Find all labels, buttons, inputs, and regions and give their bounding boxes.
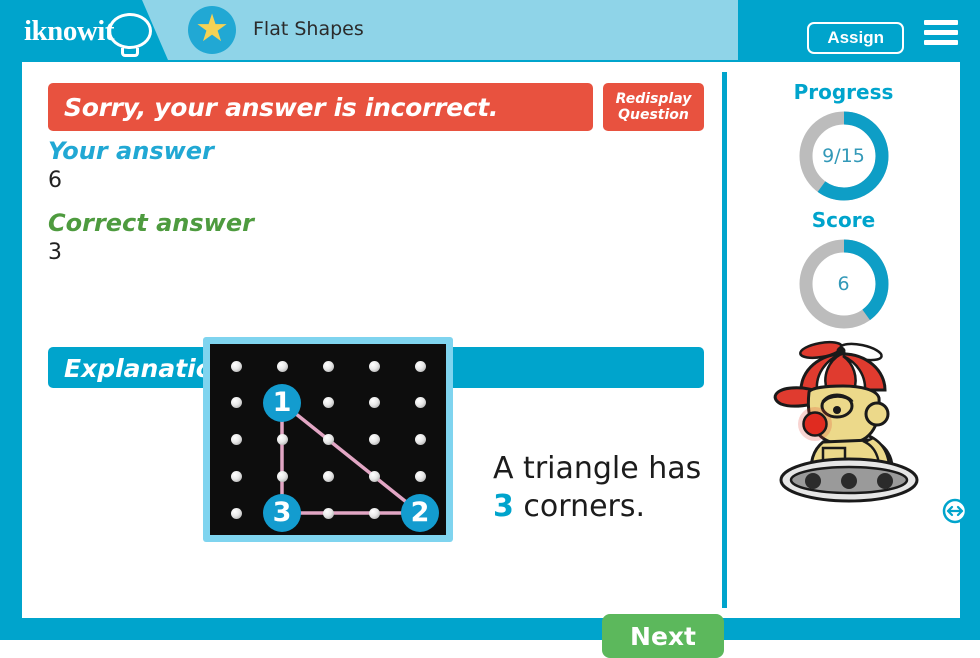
geoboard-vertex-label: 1	[263, 383, 301, 422]
geoboard-peg	[368, 470, 380, 482]
redisplay-question-button[interactable]: Redisplay Question	[603, 83, 704, 131]
score-value: 6	[837, 273, 850, 295]
hamburger-bar	[924, 30, 958, 35]
geoboard-figure: 1 2 3	[203, 337, 453, 542]
geoboard-peg	[322, 434, 334, 445]
explanation-text: A triangle has 3 corners.	[493, 450, 723, 526]
geoboard-peg	[230, 397, 242, 409]
next-button[interactable]: Next	[602, 614, 724, 658]
progress-label: Progress	[793, 80, 894, 104]
score-label: Score	[811, 208, 876, 232]
your-answer-label: Your answer	[48, 137, 214, 165]
score-gauge: 6	[796, 236, 892, 332]
geoboard-peg	[322, 360, 334, 372]
incorrect-banner: Sorry, your answer is incorrect.	[48, 83, 593, 131]
incorrect-banner-text: Sorry, your answer is incorrect.	[64, 93, 499, 122]
lesson-title: Flat Shapes	[253, 18, 364, 40]
star-badge: ★	[188, 6, 236, 54]
horizontal-resize-arrow-icon[interactable]	[942, 498, 968, 524]
progress-value: 9/15	[822, 145, 865, 167]
score-gauge-group: Score 6	[727, 208, 960, 332]
geoboard-vertex-label: 2	[401, 494, 439, 532]
geoboard-peg	[414, 360, 426, 372]
geoboard-peg	[230, 470, 242, 482]
geoboard-peg	[368, 397, 380, 409]
robot-mascot-icon	[773, 340, 919, 503]
lightbulb-base-icon	[121, 48, 139, 57]
geoboard-peg	[414, 470, 426, 482]
geoboard-peg	[414, 434, 426, 445]
star-icon: ★	[194, 8, 230, 51]
question-feedback-column: Sorry, your answer is incorrect. Redispl…	[22, 62, 724, 658]
redisplay-line-1: Redisplay	[615, 91, 692, 107]
geoboard-peg	[276, 434, 288, 445]
lesson-title-band: ★ Flat Shapes	[142, 0, 738, 60]
geoboard-peg	[368, 434, 380, 445]
answer-summary: Your answer 6 Correct answer 3	[48, 136, 548, 268]
your-answer-value: 6	[48, 168, 62, 193]
assign-button[interactable]: Assign	[807, 22, 904, 54]
hamburger-bar	[924, 20, 958, 25]
content-panel: Sorry, your answer is incorrect. Redispl…	[22, 62, 968, 658]
geoboard-peg	[230, 434, 242, 445]
redisplay-line-2: Question	[618, 107, 689, 123]
hamburger-menu-icon[interactable]	[924, 20, 958, 46]
correct-answer-label: Correct answer	[48, 209, 254, 237]
geoboard-peg	[368, 360, 380, 372]
geoboard-peg	[322, 507, 334, 519]
logo-text: iknowit	[24, 15, 114, 47]
geoboard-peg	[368, 507, 380, 519]
geoboard-peg	[230, 360, 242, 372]
geoboard-peg	[276, 470, 288, 482]
progress-gauge-group: Progress 9/15	[727, 80, 960, 204]
geoboard-peg	[230, 507, 242, 519]
geoboard-peg	[322, 397, 334, 409]
geoboard-peg	[322, 470, 334, 482]
explanation-text-after: corners.	[513, 489, 646, 524]
app-frame: iknowit ★ Flat Shapes Assign Sorry, your…	[0, 0, 980, 658]
result-row: Sorry, your answer is incorrect. Redispl…	[48, 83, 704, 131]
hamburger-bar	[924, 40, 958, 45]
geoboard-grid: 1 2 3	[210, 344, 446, 535]
geoboard-rubber-band	[280, 399, 425, 515]
geoboard-peg	[276, 360, 288, 372]
geoboard-vertex-label: 3	[263, 494, 301, 532]
explanation-text-before: A triangle has	[493, 451, 702, 486]
status-sidebar: Progress 9/15 Score 6	[727, 62, 968, 618]
geoboard-peg	[414, 397, 426, 409]
app-header: iknowit ★ Flat Shapes Assign	[0, 0, 980, 60]
correct-answer-value: 3	[48, 240, 62, 265]
progress-gauge: 9/15	[796, 108, 892, 204]
explanation-highlight: 3	[493, 489, 514, 524]
